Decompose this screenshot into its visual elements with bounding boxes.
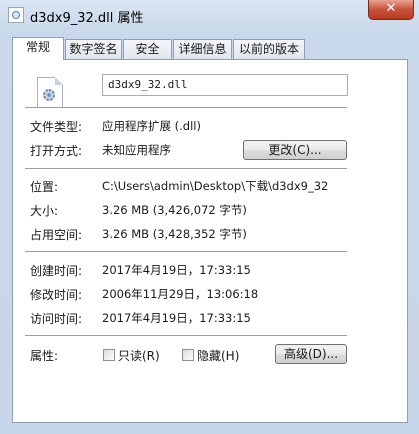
modified-value: 2006年11月29日，13:06:18 — [102, 287, 259, 301]
opens-with-value: 未知应用程序 — [102, 143, 171, 157]
tab-digital-signatures[interactable]: 数字签名 — [65, 39, 122, 59]
advanced-button[interactable]: 高级(D)... — [275, 344, 347, 364]
size-value: 3.26 MB (3,426,072 字节) — [102, 203, 247, 217]
dll-gear-file-icon — [37, 77, 63, 109]
title-bar[interactable]: d3dx9_32.dll 属性 ✕ — [0, 0, 419, 30]
dll-file-icon — [8, 7, 24, 23]
divider — [25, 335, 347, 337]
created-label: 创建时间: — [30, 264, 83, 278]
opens-with-label: 打开方式: — [30, 144, 83, 158]
divider — [25, 168, 347, 170]
file-type-value: 应用程序扩展 (.dll) — [102, 119, 201, 133]
window-title: d3dx9_32.dll 属性 — [30, 11, 144, 26]
gear-icon — [43, 89, 55, 101]
size-on-disk-value: 3.26 MB (3,428,352 字节) — [102, 227, 247, 241]
tab-previous-versions[interactable]: 以前的版本 — [233, 39, 305, 59]
size-on-disk-label: 占用空间: — [30, 228, 83, 242]
file-name-input[interactable]: d3dx9_32.dll — [102, 74, 348, 96]
accessed-value: 2017年4月19日，17:33:15 — [102, 311, 251, 325]
close-icon: ✕ — [385, 1, 397, 16]
modified-label: 修改时间: — [30, 288, 83, 302]
tab-security[interactable]: 安全 — [123, 39, 172, 59]
close-button[interactable]: ✕ — [368, 0, 414, 20]
file-type-label: 文件类型: — [30, 120, 83, 134]
location-label: 位置: — [30, 180, 59, 194]
location-value: C:\Users\admin\Desktop\下载\d3dx9_32 — [102, 179, 329, 193]
change-button[interactable]: 更改(C)... — [243, 140, 347, 160]
size-label: 大小: — [30, 204, 59, 218]
created-value: 2017年4月19日，17:33:15 — [102, 263, 251, 277]
tab-general[interactable]: 常规 — [12, 37, 64, 60]
attributes-label: 属性: — [30, 349, 59, 363]
hidden-label[interactable]: 隐藏(H) — [197, 347, 239, 364]
readonly-checkbox[interactable] — [103, 349, 115, 361]
properties-window: d3dx9_32.dll 属性 ✕ 常规 数字签名 安全 详细信息 以前的版本 … — [0, 0, 419, 434]
tab-details[interactable]: 详细信息 — [173, 39, 232, 59]
hidden-checkbox[interactable] — [182, 349, 194, 361]
general-panel: d3dx9_32.dll 文件类型: 应用程序扩展 (.dll) 打开方式: 未… — [12, 59, 408, 423]
readonly-label[interactable]: 只读(R) — [118, 347, 160, 364]
accessed-label: 访问时间: — [30, 312, 83, 326]
divider — [25, 107, 347, 109]
divider — [25, 251, 347, 253]
